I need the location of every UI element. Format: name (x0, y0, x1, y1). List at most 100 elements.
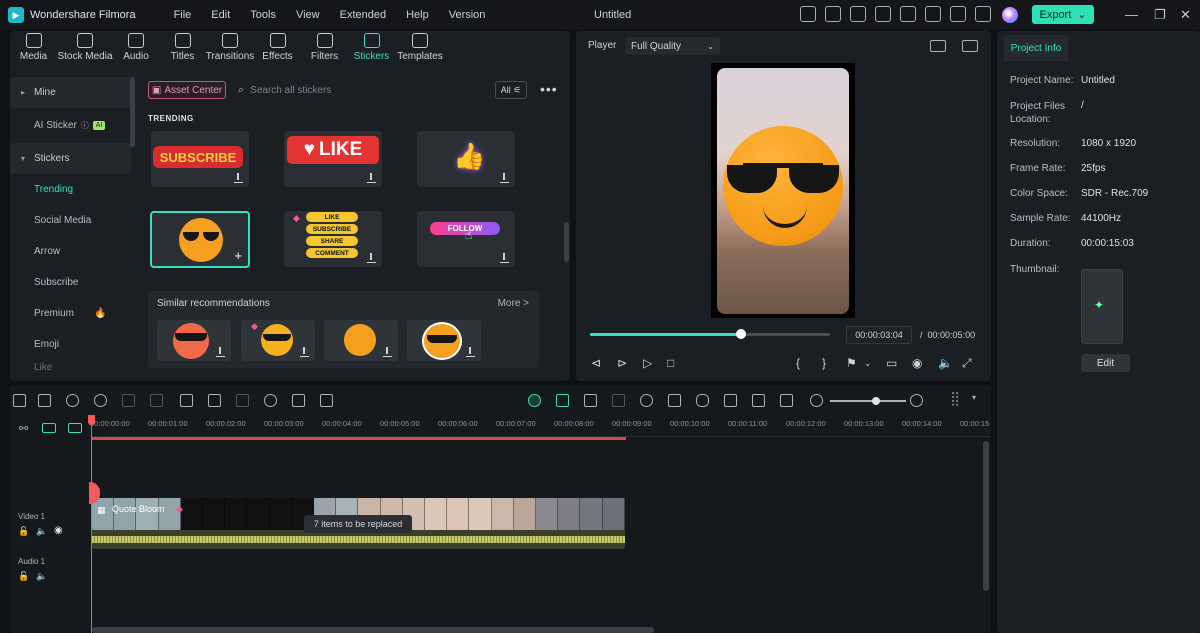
tab-titles[interactable]: Titles (159, 33, 206, 73)
tab-project-info[interactable]: Project Info (1004, 35, 1068, 61)
sticker-subscribe[interactable]: SUBSCRIBE (151, 131, 249, 187)
monitor-icon[interactable] (875, 6, 891, 22)
snapshot-icon[interactable] (962, 40, 978, 52)
tab-stickers[interactable]: Stickers (348, 33, 395, 73)
more-options-icon[interactable]: ••• (540, 81, 558, 97)
motion-icon[interactable] (612, 394, 625, 407)
layout-icon[interactable] (930, 40, 946, 52)
sidebar-item-emoji[interactable]: Emoji (10, 329, 135, 360)
sticker-sunglasses-emoji[interactable]: + (150, 211, 250, 268)
playback-progress[interactable] (590, 329, 830, 339)
menu-help[interactable]: Help (396, 9, 439, 21)
ai-tool-icon[interactable] (264, 394, 277, 407)
copy-icon[interactable] (292, 394, 305, 407)
edit-thumbnail-button[interactable]: Edit (1081, 354, 1130, 372)
sticker-like[interactable]: ♥ LIKE (284, 131, 382, 187)
chevron-down-icon[interactable]: ▾ (972, 393, 976, 402)
render-icon[interactable] (584, 394, 597, 407)
undo-icon[interactable] (66, 394, 79, 407)
color-icon[interactable] (236, 394, 249, 407)
cut-icon[interactable] (150, 394, 163, 407)
prev-frame-icon[interactable]: ⊲ (591, 356, 601, 370)
similar-sticker-2[interactable]: ◆ (241, 320, 315, 361)
download-icon[interactable] (367, 173, 376, 183)
link-icon[interactable]: ⚯ (19, 422, 28, 435)
playhead-cap[interactable] (88, 415, 95, 425)
magnet-icon[interactable] (556, 394, 569, 407)
quality-select[interactable]: Full Quality ⌄ (625, 37, 720, 55)
marker-icon[interactable]: ⚑ (846, 356, 857, 370)
send-icon[interactable] (825, 6, 841, 22)
palette-icon[interactable] (850, 6, 866, 22)
speed-icon[interactable] (640, 394, 653, 407)
download-icon[interactable] (367, 253, 376, 263)
menu-file[interactable]: File (164, 9, 202, 21)
shield-icon[interactable] (668, 394, 681, 407)
sticker-search[interactable]: ⌕ Search all stickers (238, 84, 331, 97)
headset-icon[interactable] (950, 6, 966, 22)
similar-sticker-1[interactable] (157, 320, 231, 361)
sidebar-item-stickers[interactable]: ▾ Stickers (10, 143, 131, 174)
maximize-icon[interactable]: ❐ (1154, 7, 1166, 23)
volume-icon[interactable]: 🔈 (938, 356, 953, 370)
snap-icon[interactable] (528, 394, 541, 407)
similar-sticker-3[interactable] (324, 320, 398, 361)
grid-dots-icon[interactable]: ⣿ (950, 390, 960, 407)
menu-view[interactable]: View (286, 9, 330, 21)
save-icon[interactable] (900, 6, 916, 22)
more-link[interactable]: More > (498, 298, 529, 309)
export-button[interactable]: Export ⌄ (1032, 5, 1094, 24)
search-input[interactable]: Search all stickers (250, 85, 331, 96)
delete-icon[interactable] (122, 394, 135, 407)
sidebar-item-ai-sticker[interactable]: AI Sticker ⓘ AI (10, 110, 135, 141)
filter-button[interactable]: All ⚟ (495, 81, 527, 99)
download-icon[interactable] (466, 347, 475, 357)
add-track-icon[interactable] (42, 423, 56, 433)
layout-grid-icon[interactable] (13, 394, 26, 407)
tab-templates[interactable]: Templates (395, 33, 445, 73)
tab-audio[interactable]: Audio (113, 33, 159, 73)
eye-icon[interactable]: ◉ (54, 525, 63, 536)
download-icon[interactable] (300, 347, 309, 357)
volume-icon[interactable]: 🔈 (36, 526, 47, 537)
text-icon[interactable] (180, 394, 193, 407)
microphone-icon[interactable] (696, 394, 709, 407)
menu-tools[interactable]: Tools (240, 9, 286, 21)
sidebar-item-subscribe[interactable]: Subscribe (10, 267, 135, 298)
sidebar-item-arrow[interactable]: Arrow (10, 236, 135, 267)
asset-center-button[interactable]: ▣ Asset Center (148, 81, 226, 99)
sidebar-scrollbar[interactable] (130, 77, 135, 147)
download-icon[interactable] (500, 253, 509, 263)
download-icon[interactable] (234, 173, 243, 183)
tab-effects[interactable]: Effects (254, 33, 301, 73)
tab-transitions[interactable]: Transitions (206, 33, 254, 73)
menu-extended[interactable]: Extended (330, 9, 396, 21)
library-scrollbar[interactable] (564, 222, 569, 262)
volume-icon[interactable]: 🔈 (36, 571, 47, 582)
timeline-ruler[interactable]: 00:00:00:00 00:00:01:00 00:00:02:00 00:0… (90, 415, 990, 437)
sidebar-item-like[interactable]: Like (10, 360, 135, 374)
menu-edit[interactable]: Edit (201, 9, 240, 21)
cloud-icon[interactable] (925, 6, 941, 22)
minimize-icon[interactable]: — (1125, 7, 1138, 22)
redo-icon[interactable] (94, 394, 107, 407)
image-icon[interactable] (752, 394, 765, 407)
stop-icon[interactable]: □ (667, 356, 674, 370)
sticker-thumbs-up[interactable]: 👍 (417, 131, 515, 187)
timeline-vertical-scrollbar[interactable] (983, 441, 989, 591)
close-icon[interactable]: ✕ (1180, 7, 1191, 23)
audio-mix-icon[interactable] (724, 394, 737, 407)
sticker-follow[interactable]: FOLLOW ☝ (417, 211, 515, 267)
mark-out-icon[interactable]: } (822, 356, 826, 370)
zoom-out-icon[interactable] (810, 394, 823, 407)
fit-icon[interactable] (780, 394, 793, 407)
help-icon[interactable]: ⓘ (81, 120, 89, 131)
gift-icon[interactable] (800, 6, 816, 22)
sticker-social-list[interactable]: ◆ LIKE SUBSCRIBE SHARE COMMENT (284, 211, 382, 267)
download-icon[interactable] (216, 347, 225, 357)
camera-icon[interactable]: ◉ (912, 356, 922, 370)
download-icon[interactable] (383, 347, 392, 357)
tab-media[interactable]: Media (10, 33, 57, 73)
play-icon[interactable]: ▷ (643, 356, 652, 370)
translate-icon[interactable] (320, 394, 333, 407)
